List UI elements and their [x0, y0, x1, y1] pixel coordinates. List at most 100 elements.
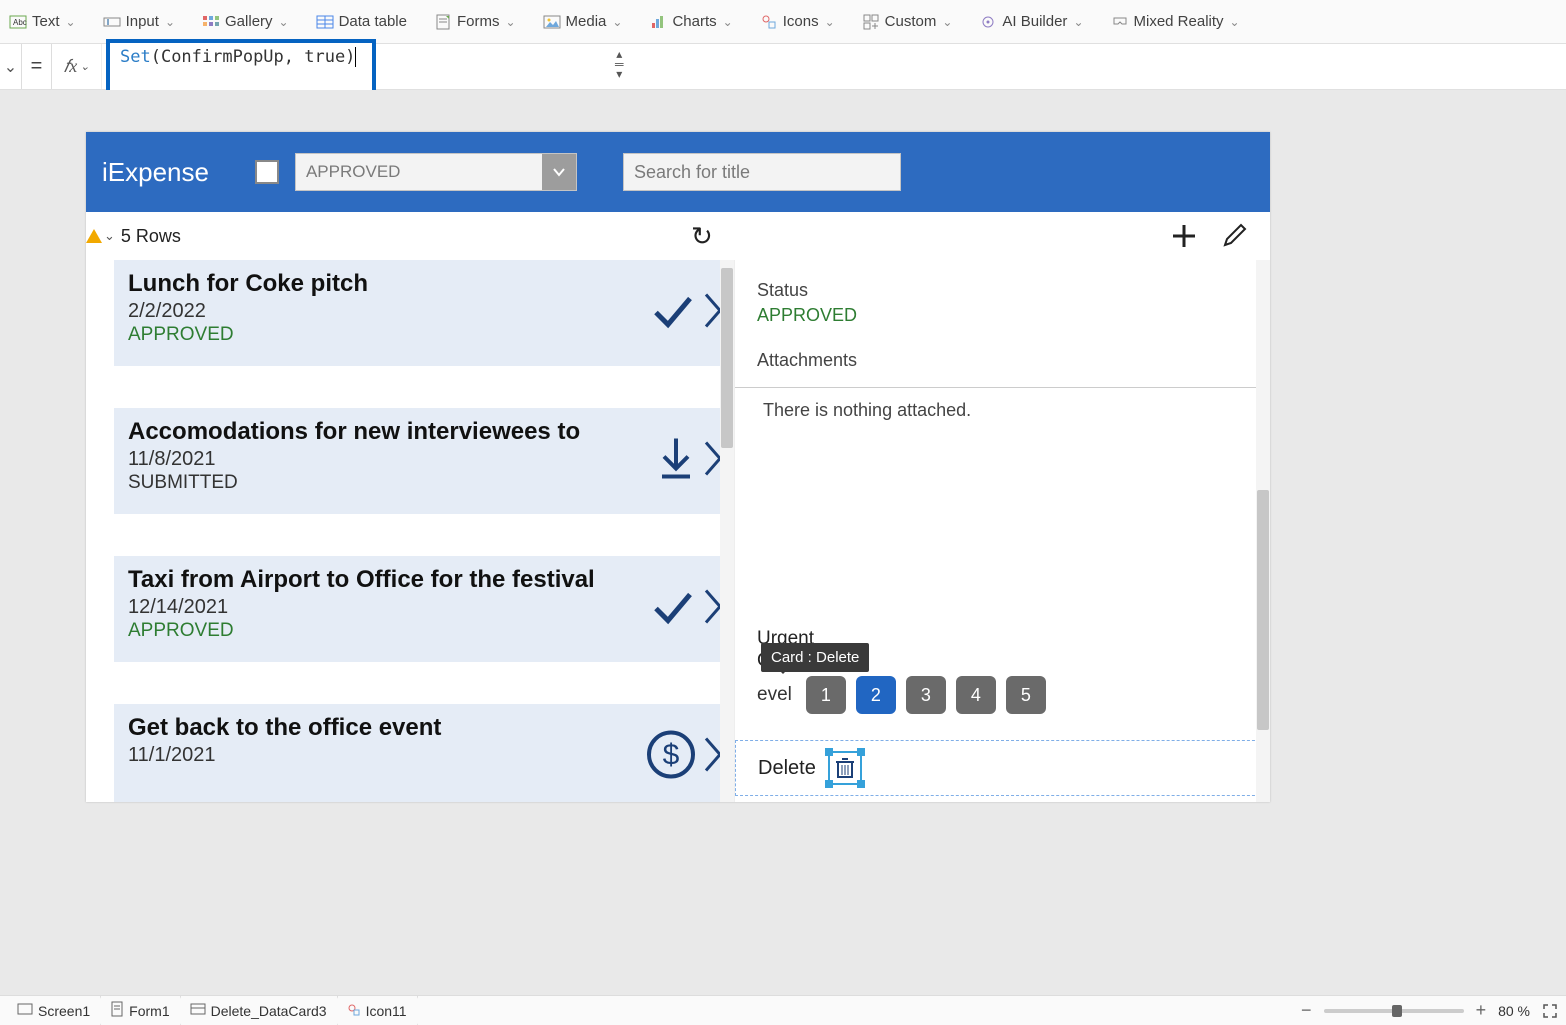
gallery-icon — [203, 14, 219, 30]
item-action-icon[interactable] — [650, 587, 696, 632]
ribbon-ai-builder[interactable]: AI Builder ⌄ — [980, 13, 1083, 30]
breadcrumb[interactable]: Icon11 — [338, 996, 418, 1025]
item-action-icon[interactable] — [656, 437, 696, 486]
list-item[interactable]: Get back to the office event11/1/2021$ — [114, 704, 734, 802]
ribbon-forms[interactable]: Forms ⌄ — [435, 13, 516, 30]
formula-fn: Set — [120, 47, 151, 67]
zoom-slider[interactable] — [1324, 1009, 1464, 1013]
item-action-icon[interactable]: $ — [646, 730, 696, 785]
zoom-out-button[interactable]: − — [1301, 1000, 1312, 1021]
filter-value: APPROVED — [306, 162, 400, 182]
ribbon-custom[interactable]: Custom ⌄ — [863, 13, 953, 30]
list-item-status: APPROVED — [128, 324, 644, 346]
chevron-down-icon: ⌄ — [723, 15, 733, 29]
icons-icon — [761, 14, 777, 30]
chevron-down-icon: ⌄ — [66, 15, 76, 29]
list-item[interactable]: Accomodations for new interviewees to11/… — [114, 408, 734, 514]
chevron-down-icon: ⌄ — [612, 15, 622, 29]
ribbon-text[interactable]: Abc Text ⌄ — [10, 13, 76, 30]
ribbon-mixed-reality[interactable]: Mixed Reality ⌄ — [1112, 13, 1240, 30]
breadcrumb[interactable]: Delete_DataCard3 — [181, 996, 338, 1025]
ribbon-label: Icons — [783, 13, 819, 30]
ribbon-label: Mixed Reality — [1134, 13, 1224, 30]
list-item-title: Get back to the office event — [128, 714, 644, 742]
table-icon — [317, 14, 333, 30]
zoom-unit: % — [1518, 1003, 1530, 1019]
ai-icon — [980, 14, 996, 30]
ribbon-label: Forms — [457, 13, 500, 30]
ribbon-label: Media — [566, 13, 607, 30]
attachments-empty: There is nothing attached. — [757, 400, 1248, 421]
list-item[interactable]: Lunch for Coke pitch2/2/2022APPROVED — [114, 260, 734, 366]
insert-ribbon: Abc Text ⌄ Input ⌄ Gallery ⌄ Data table … — [0, 0, 1566, 44]
zoom-in-button[interactable]: + — [1476, 1000, 1487, 1021]
card-icon — [191, 1003, 205, 1019]
chevron-down-icon: ⌄ — [279, 15, 289, 29]
app-preview: iExpense APPROVED Search for title ⌄ 5 R… — [86, 132, 1270, 802]
list-item-title: Taxi from Airport to Office for the fest… — [128, 566, 644, 594]
level-button-1[interactable]: 1 — [806, 676, 846, 714]
formula-resize-handle[interactable]: ▴═▾ — [615, 49, 624, 79]
list-header: ⌄ 5 Rows ↻ — [86, 212, 1270, 260]
ribbon-label: Input — [126, 13, 159, 30]
tooltip: Card : Delete — [761, 643, 869, 672]
chevron-down-icon[interactable]: ⌄ — [104, 228, 115, 244]
property-dropdown[interactable]: ⌄ — [0, 44, 22, 89]
detail-pane: Status APPROVED Attachments There is not… — [734, 260, 1270, 802]
ribbon-label: Charts — [672, 13, 716, 30]
fx-button[interactable]: 𝑓x⌄ — [52, 44, 102, 89]
row-count-label: 5 Rows — [121, 226, 181, 247]
edit-button[interactable] — [1218, 220, 1250, 252]
list-item-date: 12/14/2021 — [128, 596, 644, 619]
breadcrumb[interactable]: Screen1 — [8, 996, 101, 1025]
icon-icon — [348, 1003, 360, 1019]
custom-icon — [863, 14, 879, 30]
ribbon-media[interactable]: Media ⌄ — [544, 13, 623, 30]
input-icon — [104, 14, 120, 30]
chevron-down-icon: ⌄ — [825, 15, 835, 29]
filter-dropdown[interactable]: APPROVED — [295, 153, 577, 191]
ribbon-input[interactable]: Input ⌄ — [104, 13, 175, 30]
refresh-icon[interactable]: ↻ — [691, 221, 713, 252]
list-item[interactable]: Taxi from Airport to Office for the fest… — [114, 556, 734, 662]
level-button-5[interactable]: 5 — [1006, 676, 1046, 714]
ribbon-gallery[interactable]: Gallery ⌄ — [203, 13, 289, 30]
breadcrumb-label: Form1 — [129, 1003, 169, 1019]
warning-icon — [86, 229, 102, 243]
ribbon-datatable[interactable]: Data table — [317, 13, 407, 30]
item-action-icon[interactable] — [650, 291, 696, 336]
screen-icon — [18, 1003, 32, 1019]
form-icon — [435, 14, 451, 30]
breadcrumb-label: Icon11 — [366, 1003, 407, 1019]
add-button[interactable] — [1168, 220, 1200, 252]
ribbon-icons[interactable]: Icons ⌄ — [761, 13, 835, 30]
svg-text:$: $ — [663, 739, 680, 772]
scrollbar[interactable] — [720, 260, 734, 802]
breadcrumb-label: Screen1 — [38, 1003, 90, 1019]
ribbon-charts[interactable]: Charts ⌄ — [650, 13, 732, 30]
text-icon: Abc — [10, 14, 26, 30]
search-input[interactable]: Search for title — [623, 153, 901, 191]
level-button-4[interactable]: 4 — [956, 676, 996, 714]
status-label: Status — [757, 280, 1248, 301]
trash-icon[interactable] — [828, 751, 862, 785]
filter-checkbox[interactable] — [255, 160, 279, 184]
chevron-down-icon: ⌄ — [505, 15, 515, 29]
delete-data-card[interactable]: Delete — [735, 740, 1270, 796]
zoom-value: 80 — [1498, 1003, 1514, 1019]
level-button-2[interactable]: 2 — [856, 676, 896, 714]
breadcrumb[interactable]: Form1 — [101, 996, 180, 1025]
media-icon — [544, 14, 560, 30]
svg-text:Abc: Abc — [13, 18, 27, 27]
mr-icon — [1112, 14, 1128, 30]
scrollbar[interactable] — [1256, 260, 1270, 802]
list-item-status: SUBMITTED — [128, 472, 644, 494]
form-icon — [111, 1002, 123, 1019]
search-placeholder: Search for title — [634, 162, 750, 183]
breadcrumb-label: Delete_DataCard3 — [211, 1003, 327, 1019]
level-button-3[interactable]: 3 — [906, 676, 946, 714]
attachments-label: Attachments — [757, 350, 1248, 371]
delete-label: Delete — [758, 757, 816, 780]
fit-to-window-button[interactable] — [1542, 1003, 1558, 1019]
list-item-title: Accomodations for new interviewees to — [128, 418, 644, 446]
